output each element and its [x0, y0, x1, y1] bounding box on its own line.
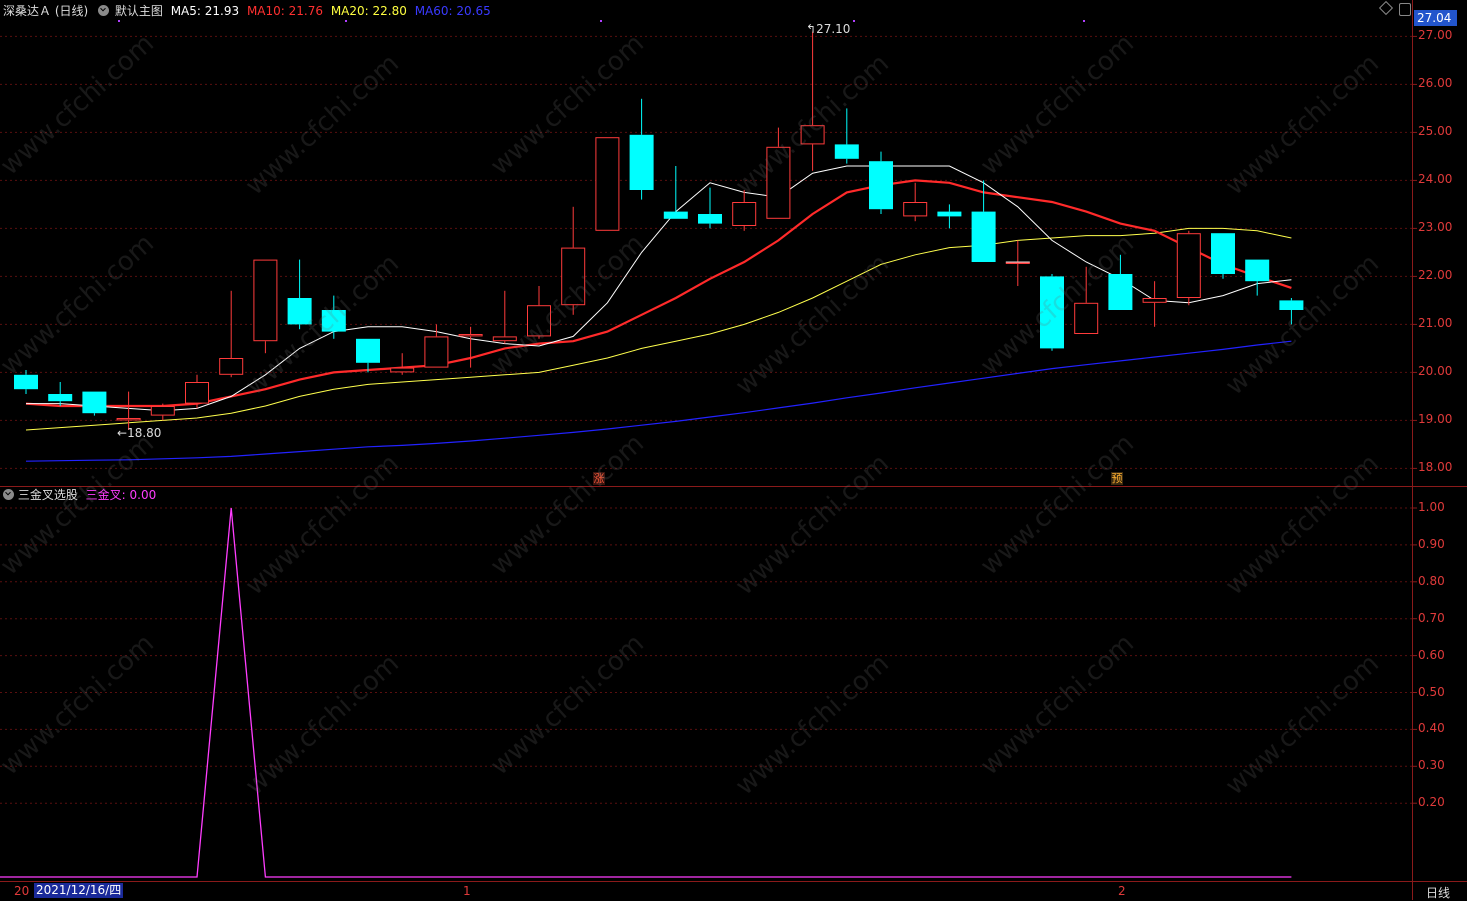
price-tick-label: 22.00 [1418, 268, 1453, 283]
candle [1176, 230, 1201, 306]
candle-body [595, 137, 620, 231]
year-prefix: 20 [14, 884, 30, 898]
candle-body [150, 406, 175, 416]
event-dot [118, 20, 120, 22]
candle [390, 353, 415, 375]
price-tick-label: 19.00 [1418, 412, 1453, 427]
month-label-2: 2 [1118, 884, 1126, 898]
event-dot [600, 20, 602, 22]
event-dot [345, 20, 347, 22]
candle [663, 166, 688, 219]
candle [1005, 240, 1030, 286]
indicator-tick-label: 0.40 [1418, 721, 1445, 736]
arrow-icon: ← [117, 426, 128, 440]
high-value: 27.10 [816, 22, 851, 36]
candle-body [1211, 233, 1235, 274]
period-button[interactable]: 日线 [1426, 884, 1450, 901]
price-tick-label: 18.00 [1418, 460, 1453, 475]
candle-body [116, 418, 141, 421]
candle [150, 403, 175, 421]
candle-body [1005, 262, 1030, 264]
price-tick-label: 23.00 [1418, 220, 1453, 235]
chevron-down-icon[interactable] [3, 489, 14, 500]
candle [219, 290, 244, 378]
candle-body [903, 202, 928, 217]
candle [1211, 233, 1235, 279]
cursor-date: 2021/12/16/四 [34, 883, 124, 898]
candle-body [629, 134, 654, 190]
ma5-line [26, 165, 1292, 412]
candle-body [732, 202, 757, 226]
candle-body [185, 382, 209, 404]
price-tick-label: 26.00 [1418, 76, 1453, 91]
candle [116, 391, 141, 430]
candle [48, 382, 73, 406]
candle-body [1074, 302, 1099, 334]
candle-body [1245, 259, 1270, 282]
candle-body [424, 336, 449, 368]
indicator-tick-label: 0.20 [1418, 795, 1445, 810]
candle-body [458, 334, 483, 337]
candle [869, 151, 893, 214]
moving-average-layer [25, 165, 1292, 462]
event-dot [853, 20, 855, 22]
price-tick-label: 24.00 [1418, 172, 1453, 187]
candle-layer [14, 31, 1304, 430]
indicator-tick-label: 0.60 [1418, 647, 1445, 662]
candle-body [1108, 274, 1133, 310]
candle-body [390, 367, 415, 373]
candle [185, 374, 209, 409]
candle-body [82, 391, 107, 414]
candle-body [356, 338, 380, 363]
candle [937, 204, 962, 229]
arrow-icon: ↰ [806, 22, 817, 36]
indicator-tick-label: 0.30 [1418, 758, 1445, 773]
indicator-tick-label: 0.90 [1418, 536, 1445, 551]
price-tick-label: 21.00 [1418, 316, 1453, 331]
candle [903, 182, 928, 222]
candle-body [937, 211, 962, 217]
candle-body [869, 161, 893, 210]
grid-layer [0, 35, 1412, 804]
candle-body [971, 211, 996, 262]
candle [629, 98, 654, 200]
candle-body [1142, 298, 1167, 303]
candle [82, 391, 107, 416]
candle [595, 137, 620, 231]
candle-body [1176, 233, 1201, 298]
candle-body [698, 214, 722, 224]
candle [253, 259, 278, 354]
candle-body [834, 144, 859, 159]
candle [458, 326, 483, 368]
candle-body [48, 394, 73, 402]
indicator-tick-label: 0.70 [1418, 610, 1445, 625]
ma60-line [25, 340, 1292, 462]
candle-body [219, 358, 244, 375]
price-tick-label: 20.00 [1418, 364, 1453, 379]
indicator-tick-label: 0.80 [1418, 573, 1445, 588]
month-label-1: 1 [463, 884, 471, 898]
event-dot [1083, 20, 1085, 22]
candle-body [253, 259, 278, 342]
high-annotation: ↰27.10 [806, 22, 850, 36]
indicator-tick-label: 0.50 [1418, 684, 1445, 699]
candle-body [663, 211, 688, 219]
indicator-tick-label: 1.00 [1418, 500, 1445, 514]
candle [356, 338, 380, 373]
price-tick-label: 25.00 [1418, 124, 1453, 139]
candle [1245, 259, 1270, 296]
candle [698, 187, 722, 229]
candle [1142, 281, 1167, 327]
price-tick-label: 27.00 [1418, 28, 1453, 43]
